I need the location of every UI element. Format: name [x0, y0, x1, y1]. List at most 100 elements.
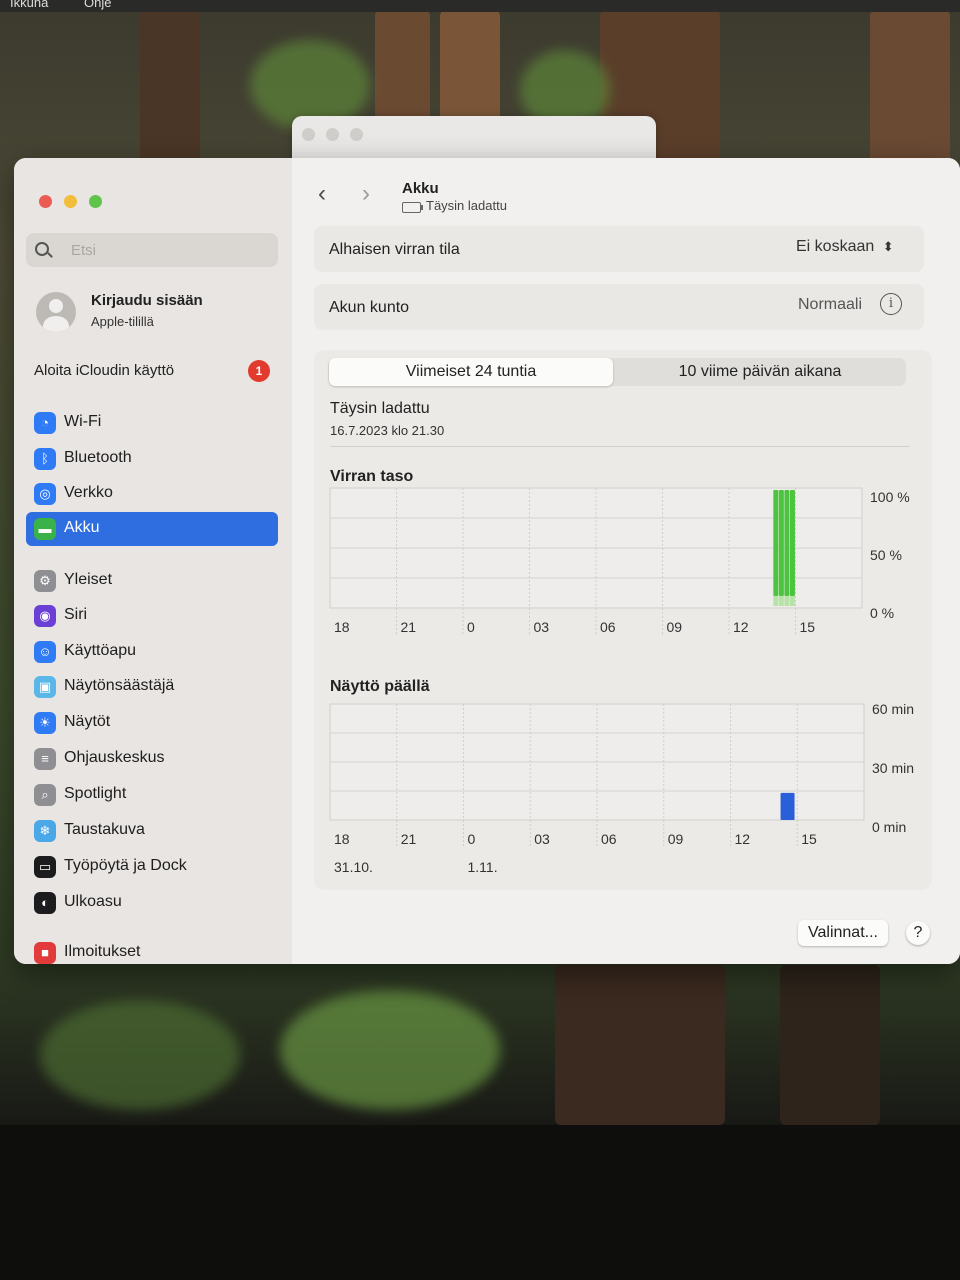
low-power-mode-value: Ei koskaan — [796, 238, 875, 255]
account-subtitle: Apple-tilillä — [91, 314, 154, 329]
battery-icon: ▬ — [34, 518, 56, 540]
chart-bar-base — [778, 596, 784, 606]
avatar — [36, 292, 76, 332]
sidebar-item-näytönsäästäjä[interactable]: ▣ Näytönsäästäjä — [26, 670, 278, 704]
menu-item-help[interactable]: Ohje — [84, 0, 111, 9]
y-tick-label: 0 min — [872, 819, 906, 835]
notification-badge: 1 — [248, 360, 270, 382]
bluetooth-icon: ᛒ — [34, 448, 56, 470]
chart-bar — [789, 490, 795, 596]
last-charged-title: Täysin ladattu — [330, 400, 430, 417]
back-button[interactable]: ‹ — [318, 182, 326, 206]
time-range-segmented-control: Viimeiset 24 tuntia 10 viime päivän aika… — [328, 358, 906, 386]
account-signin[interactable]: Kirjaudu sisään Apple-tilillä — [36, 288, 286, 338]
sidebar-item-wi-fi[interactable]: ◔ Wi-Fi — [26, 406, 278, 440]
chart-bar-base — [773, 596, 779, 606]
x-tick-label: 0 — [467, 619, 475, 635]
forward-button[interactable]: › — [362, 182, 370, 206]
sidebar-item-label: Spotlight — [64, 785, 127, 802]
battery-level-chart: 18 21 0 03 06 09 12 15 100 % 50 % 0 % — [329, 487, 910, 636]
sidebar-item-bluetooth[interactable]: ᛒ Bluetooth — [26, 442, 278, 476]
globe-icon: ◎ — [34, 483, 56, 505]
battery-health-label: Akun kunto — [329, 299, 410, 316]
account-title: Kirjaudu sisään — [91, 292, 203, 309]
x-tick-label: 21 — [401, 831, 417, 847]
sidebar-item-label: Taustakuva — [64, 821, 145, 838]
sidebar-item-ulkoasu[interactable]: ◐ Ulkoasu — [26, 886, 278, 920]
dock-icon: ▭ — [34, 856, 56, 878]
system-settings-window: Etsi Kirjaudu sisään Apple-tilillä Aloit… — [14, 158, 960, 964]
search-icon — [35, 242, 49, 256]
low-power-mode-label: Alhaisen virran tila — [329, 241, 460, 258]
chart-bar — [780, 792, 795, 820]
minimize-button[interactable] — [64, 195, 77, 208]
icloud-setup-link[interactable]: Aloita iCloudin käyttö — [34, 362, 174, 379]
x-tick-label: 0 — [468, 831, 476, 847]
usage-panel: Viimeiset 24 tuntia 10 viime päivän aika… — [314, 350, 932, 890]
sidebar-item-spotlight[interactable]: ⌕ Spotlight — [26, 778, 278, 812]
sidebar-item-ohjauskeskus[interactable]: ≡ Ohjauskeskus — [26, 742, 278, 776]
sidebar-item-yleiset[interactable]: ⚙ Yleiset — [26, 564, 278, 598]
x-date-label: 31.10. — [334, 859, 373, 875]
tab-last-24-hours[interactable]: Viimeiset 24 tuntia — [329, 358, 613, 386]
screensaver-icon: ▣ — [34, 676, 56, 698]
chart-bar — [773, 490, 779, 596]
sidebar-item-työpöytä-ja-dock[interactable]: ▭ Työpöytä ja Dock — [26, 850, 278, 884]
close-button[interactable] — [39, 195, 52, 208]
x-tick-label: 18 — [334, 619, 350, 635]
sidebar-item-label: Ulkoasu — [64, 893, 122, 910]
sidebar-item-label: Wi-Fi — [64, 413, 102, 430]
sidebar-item-label: Näytönsäästäjä — [64, 677, 175, 694]
sidebar-item-akku[interactable]: ▬ Akku — [26, 512, 278, 546]
y-tick-label: 60 min — [872, 701, 914, 717]
options-button[interactable]: Valinnat... — [798, 920, 888, 946]
search-input[interactable]: Etsi — [26, 233, 278, 267]
sidebar-item-näytöt[interactable]: ☀ Näytöt — [26, 706, 278, 740]
x-tick-label: 03 — [534, 831, 550, 847]
minimize-button[interactable] — [326, 128, 339, 141]
siri-icon: ◉ — [34, 605, 56, 627]
zoom-button[interactable] — [350, 128, 363, 141]
sidebar-item-label: Akku — [64, 519, 100, 536]
chart-bar — [778, 490, 784, 596]
close-button[interactable] — [302, 128, 315, 141]
x-date-label: 1.11. — [468, 859, 498, 875]
x-tick-label: 18 — [334, 831, 350, 847]
menu-item-window[interactable]: Ikkuna — [10, 0, 48, 9]
zoom-button[interactable] — [89, 195, 102, 208]
brightness-icon: ☀ — [34, 712, 56, 734]
x-tick-label: 09 — [668, 831, 684, 847]
low-power-mode-select[interactable]: Ei koskaan ⬍ — [796, 238, 894, 256]
x-tick-label: 15 — [800, 619, 816, 635]
sidebar-item-label: Näytöt — [64, 713, 111, 730]
help-button[interactable]: ? — [906, 921, 930, 945]
sidebar-item-verkko[interactable]: ◎ Verkko — [26, 477, 278, 511]
y-tick-label: 100 % — [870, 489, 910, 505]
y-tick-label: 50 % — [870, 547, 902, 563]
x-tick-label: 09 — [667, 619, 683, 635]
sidebar-item-taustakuva[interactable]: ❄ Taustakuva — [26, 814, 278, 848]
battery-pane: ‹ › Akku Täysin ladattu Alhaisen virran … — [292, 158, 960, 964]
x-tick-label: 12 — [733, 619, 749, 635]
page-subtitle: Täysin ladattu — [426, 198, 507, 213]
sidebar-item-label: Käyttöapu — [64, 642, 137, 659]
x-tick-label: 03 — [534, 619, 550, 635]
updown-chevron-icon: ⬍ — [882, 239, 894, 254]
info-icon[interactable]: i — [880, 293, 902, 315]
wallpaper-icon: ❄ — [34, 820, 56, 842]
sidebar-item-label: Yleiset — [64, 571, 113, 588]
low-power-mode-row: Alhaisen virran tila Ei koskaan ⬍ — [314, 226, 924, 272]
menu-bar: Ikkuna Ohje — [0, 0, 960, 12]
x-tick-label: 15 — [801, 831, 817, 847]
divider — [330, 446, 910, 447]
battery-health-row: Akun kunto Normaali i — [314, 284, 924, 330]
screen-bezel — [0, 1125, 960, 1280]
sidebar-item-ilmoitukset[interactable]: ■ Ilmoitukset — [26, 936, 278, 964]
x-tick-label: 06 — [601, 831, 617, 847]
search-placeholder: Etsi — [71, 242, 97, 259]
tab-last-10-days[interactable]: 10 viime päivän aikana — [618, 358, 902, 386]
sidebar-item-käyttöapu[interactable]: ☺ Käyttöapu — [26, 635, 278, 669]
screen-on-chart: 18 21 0 03 06 09 12 15 31.10. 1.11. 60 min 30 min 0 … — [329, 701, 914, 875]
sidebar-item-siri[interactable]: ◉ Siri — [26, 599, 278, 633]
sidebar-item-label: Siri — [64, 606, 88, 623]
